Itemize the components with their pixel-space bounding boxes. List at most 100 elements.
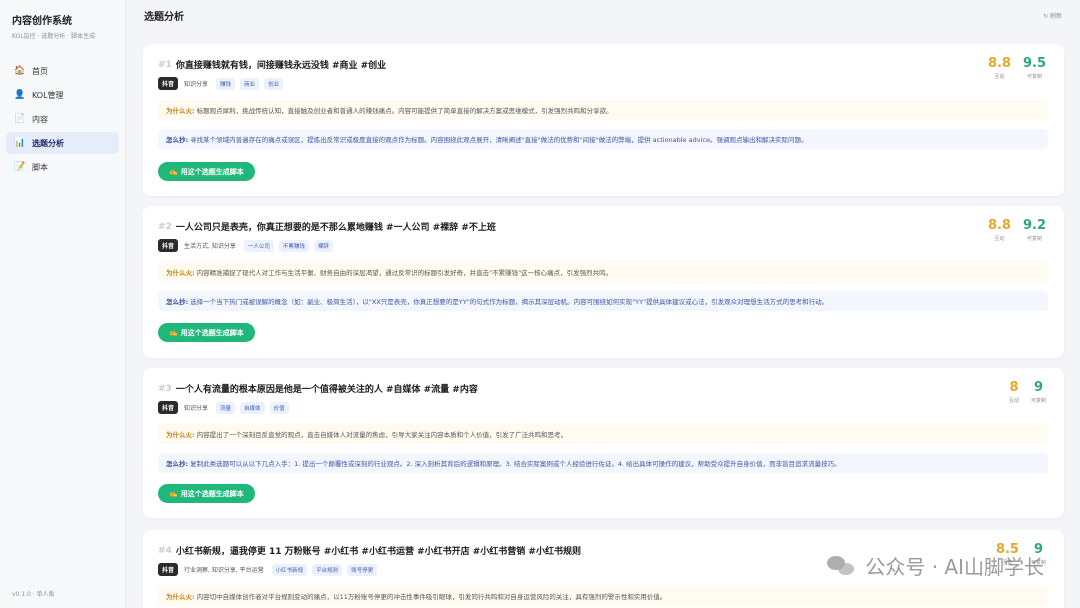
version-label: v0.1.0 · 单人版: [12, 591, 55, 598]
topic-tag: 赚钱: [216, 77, 236, 90]
engagement-score: 8.8 互动: [988, 56, 1011, 80]
note-icon: 📝: [14, 162, 26, 172]
topic-scores: 8 互动 9 可复制: [997, 380, 1046, 404]
how-label: 怎么抄:: [166, 136, 189, 144]
why-label: 为什么火:: [166, 269, 195, 277]
sidebar: 内容创作系统 KOL监控 · 选题分析 · 脚本生成 🏠 首页 👤 KOL管理 …: [0, 0, 126, 608]
why-text: 标题观点犀利，挑战传统认知，直接触及创业者和普通人的赚钱痛点。内容可能提供了简单…: [196, 107, 613, 115]
topic-header: #2 一人公司只是表壳，你真正想要的是不那么累地赚钱 #一人公司 #裸辞 #不上…: [158, 220, 496, 234]
how-text: 复制此类选题可以从以下几点入手：1. 提出一个颠覆性或深刻的行业观点。2. 深入…: [190, 460, 841, 468]
topic-tag: 裸辞: [313, 239, 333, 252]
sidebar-item-topic-analysis[interactable]: 📊 选题分析: [6, 132, 119, 154]
topic-scores: 8.8 互动 9.5 可复制: [976, 56, 1046, 80]
topic-tag: 流量: [216, 401, 236, 414]
pen-icon: ✍: [169, 490, 178, 498]
sidebar-item-label: KOL管理: [32, 90, 64, 100]
how-label: 怎么抄:: [166, 460, 189, 468]
how-to-copy: 怎么抄: 复制此类选题可以从以下几点入手：1. 提出一个颠覆性或深刻的行业观点。…: [158, 453, 1048, 473]
replicability-score-label: 可复制: [1026, 74, 1042, 80]
topic-header: #1 你直接赚钱就有钱，间接赚钱永远没钱 #商业 #创业: [158, 58, 387, 72]
topic-category: 生活方式, 知识分享: [184, 243, 236, 250]
why-popular: 为什么火: 内容切中自媒体创作者对平台规则变动的痛点，以11万粉账号停更的冲击性…: [158, 586, 1048, 606]
topic-card: #1 你直接赚钱就有钱，间接赚钱永远没钱 #商业 #创业 抖音 知识分享 赚钱 …: [143, 44, 1064, 196]
how-label: 怎么抄:: [166, 298, 189, 306]
how-text: 寻找某个领域内普遍存在的痛点或误区，提炼出反常识或极度直接的观点作为标题。内容围…: [190, 136, 808, 144]
replicability-score: 9.5 可复制: [1023, 56, 1046, 80]
topic-title: 你直接赚钱就有钱，间接赚钱永远没钱 #商业 #创业: [175, 61, 387, 71]
topic-title: 一个人有流量的根本原因是他是一个值得被关注的人 #自媒体 #流量 #内容: [175, 385, 478, 395]
sidebar-item-kol[interactable]: 👤 KOL管理: [6, 84, 119, 106]
pen-icon: ✍: [169, 329, 178, 337]
home-icon: 🏠: [14, 66, 26, 76]
app-title: 内容创作系统: [12, 16, 72, 27]
engagement-score-label: 互动: [994, 236, 1005, 242]
topic-tag: 平台规则: [312, 563, 343, 576]
topic-rank: #2: [158, 221, 172, 232]
sidebar-nav: 🏠 首页 👤 KOL管理 📄 内容 📊 选题分析 📝 脚本: [0, 60, 125, 178]
why-popular: 为什么火: 标题观点犀利，挑战传统认知，直接触及创业者和普通人的赚钱痛点。内容可…: [158, 100, 1048, 120]
document-icon: 📄: [14, 114, 26, 124]
why-text: 内容精准捕捉了现代人对工作与生活平衡、财务自由的深层渴望，通过反常识的标题引发好…: [196, 269, 613, 277]
why-text: 内容切中自媒体创作者对平台规则变动的痛点，以11万粉账号停更的冲击性事件吸引眼球…: [196, 593, 667, 601]
topic-header: #4 小红书新规，逼我停更 11 万粉账号 #小红书 #小红书运营 #小红书开店…: [158, 544, 581, 558]
sidebar-item-home[interactable]: 🏠 首页: [6, 60, 119, 82]
sidebar-item-label: 内容: [32, 114, 48, 124]
topic-rank: #3: [158, 383, 172, 394]
engagement-score-value: 8.8: [987, 218, 1011, 233]
engagement-score-value: 8: [1009, 380, 1019, 395]
replicability-score-value: 9.5: [1022, 56, 1046, 71]
generate-script-button[interactable]: ✍ 用这个选题生成脚本: [158, 484, 255, 503]
sidebar-item-label: 首页: [32, 66, 48, 76]
brand: 内容创作系统 KOL监控 · 选题分析 · 脚本生成: [0, 0, 125, 40]
platform-badge: 抖音: [158, 563, 179, 576]
engagement-score-label: 互动: [994, 74, 1005, 80]
replicability-score-value: 9: [1033, 380, 1044, 395]
page-title: 选题分析: [144, 11, 184, 23]
topic-category: 知识分享: [184, 405, 209, 412]
platform-badge: 抖音: [158, 401, 179, 414]
why-label: 为什么火:: [166, 107, 195, 115]
topic-tag: 小红书新规: [271, 563, 308, 576]
sidebar-item-content[interactable]: 📄 内容: [6, 108, 119, 130]
why-label: 为什么火:: [166, 431, 195, 439]
sidebar-item-label: 脚本: [32, 162, 48, 172]
why-label: 为什么火:: [166, 593, 195, 601]
topic-tag: 自媒体: [240, 401, 265, 414]
topic-tag: 商业: [240, 77, 260, 90]
topic-tag: 一人公司: [243, 239, 274, 252]
generate-script-label: 用这个选题生成脚本: [180, 329, 244, 337]
topic-tag: 账号停更: [347, 563, 378, 576]
topic-tags: 抖音 行业洞察, 知识分享, 平台运营 小红书新规 平台规则 账号停更: [158, 563, 382, 576]
why-popular: 为什么火: 内容提出了一个深刻且反直觉的观点，直击自媒体人对流量的焦虑，引导大家…: [158, 424, 1048, 444]
replicability-score: 9.2 可复制: [1023, 218, 1046, 242]
replicability-score: 9 可复制: [1031, 380, 1046, 404]
replicability-score-label: 可复制: [1026, 236, 1042, 242]
topic-scores: 8.8 互动 9.2 可复制: [976, 218, 1046, 242]
generate-script-label: 用这个选题生成脚本: [180, 490, 244, 498]
watermark-text: 公众号 · AI山脚学长: [865, 555, 1044, 579]
topic-rank: #1: [158, 59, 172, 70]
sidebar-item-script[interactable]: 📝 脚本: [6, 156, 119, 178]
topic-card: #3 一个人有流量的根本原因是他是一个值得被关注的人 #自媒体 #流量 #内容 …: [143, 368, 1064, 518]
engagement-score: 8.8 互动: [988, 218, 1011, 242]
generate-script-button[interactable]: ✍ 用这个选题生成脚本: [158, 162, 255, 181]
topic-tags: 抖音 生活方式, 知识分享 一人公司 不累赚钱 裸辞: [158, 239, 338, 252]
topic-tags: 抖音 知识分享 流量 自媒体 价值: [158, 401, 294, 414]
how-to-copy: 怎么抄: 寻找某个领域内普遍存在的痛点或误区，提炼出反常识或极度直接的观点作为标…: [158, 129, 1048, 149]
main-area: 选题分析 ↻ 刷新 #1 你直接赚钱就有钱，间接赚钱永远没钱 #商业 #创业 抖…: [127, 0, 1080, 608]
platform-badge: 抖音: [158, 239, 179, 252]
refresh-button[interactable]: ↻ 刷新: [1043, 11, 1062, 20]
watermark: 公众号 · AI山脚学长: [827, 551, 1044, 580]
generate-script-button[interactable]: ✍ 用这个选题生成脚本: [158, 323, 255, 342]
topic-title: 一人公司只是表壳，你真正想要的是不那么累地赚钱 #一人公司 #裸辞 #不上班: [175, 223, 496, 233]
platform-badge: 抖音: [158, 77, 179, 90]
wechat-icon: [827, 554, 857, 578]
chart-icon: 📊: [14, 138, 26, 148]
topic-tag: 价值: [269, 401, 289, 414]
engagement-score-label: 互动: [1008, 398, 1019, 404]
topic-category: 知识分享: [184, 81, 209, 88]
topic-category: 行业洞察, 知识分享, 平台运营: [184, 567, 264, 574]
why-popular: 为什么火: 内容精准捕捉了现代人对工作与生活平衡、财务自由的深层渴望，通过反常识…: [158, 262, 1048, 282]
topic-tag: 创业: [264, 77, 284, 90]
topic-tags: 抖音 知识分享 赚钱 商业 创业: [158, 77, 288, 90]
